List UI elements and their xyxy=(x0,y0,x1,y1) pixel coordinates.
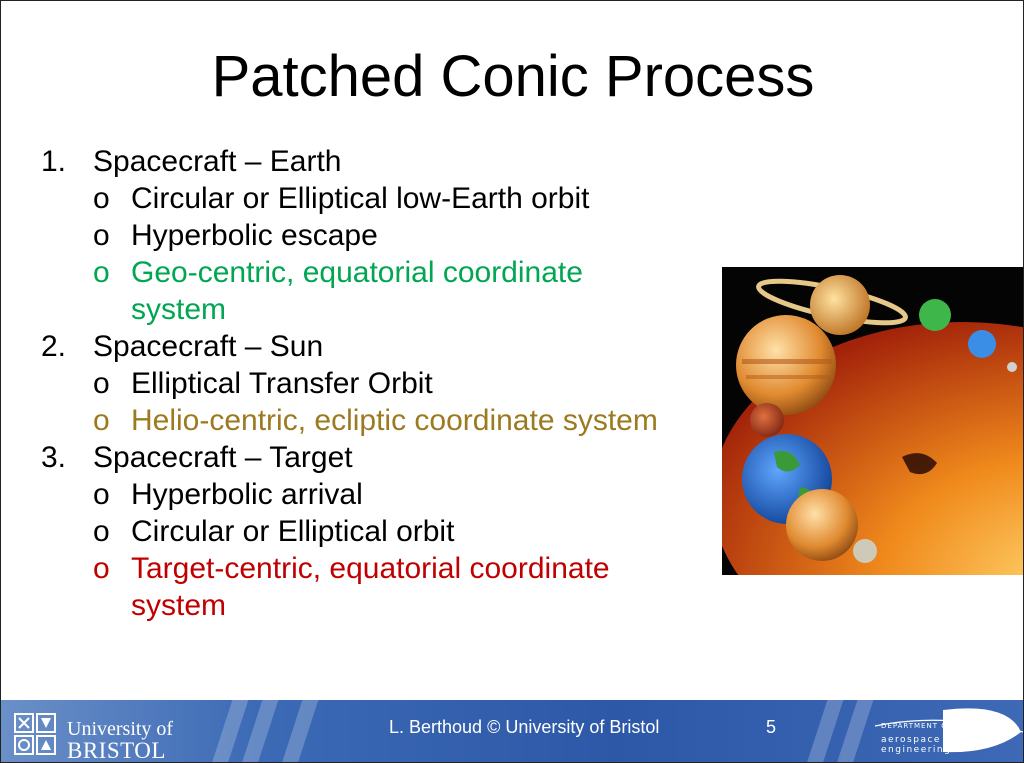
sub-list-item: o Hyperbolic escape xyxy=(41,217,741,254)
sub-item-text-continued: system xyxy=(131,589,227,622)
bullet-icon: o xyxy=(93,515,110,548)
sub-item-text: Geo-centric, equatorial coordinate xyxy=(131,256,583,289)
slide-content: 1. Spacecraft – Earth o Circular or Elli… xyxy=(41,143,741,624)
bullet-icon: o xyxy=(93,552,110,585)
solar-system-planets-image xyxy=(722,267,1023,575)
department-name-line2: engineering xyxy=(881,745,952,755)
sub-list-item: o Circular or Elliptical low-Earth orbit xyxy=(41,180,741,217)
sub-item-text: Circular or Elliptical low-Earth orbit xyxy=(131,182,590,215)
sub-list-item: o Circular or Elliptical orbit xyxy=(41,513,741,550)
list-number: 2. xyxy=(41,330,67,363)
sub-item-text: Elliptical Transfer Orbit xyxy=(131,367,433,400)
sub-item-text-continued: system xyxy=(131,293,227,326)
slide: Patched Conic Process 1. Spacecraft – Ea… xyxy=(0,0,1024,763)
sub-list-item: o Helio-centric, ecliptic coordinate sys… xyxy=(41,402,741,439)
sub-list-item: o Hyperbolic arrival xyxy=(41,476,741,513)
list-item-label: Spacecraft – Earth xyxy=(93,145,342,178)
sub-item-text: Target-centric, equatorial coordinate xyxy=(131,552,610,585)
bullet-icon: o xyxy=(93,367,110,400)
slide-title: Patched Conic Process xyxy=(211,44,815,109)
department-logo: DEPARTMENT OF aerospace engineering xyxy=(873,702,1023,762)
page-number: 5 xyxy=(766,717,777,737)
slide-footer: University of BRISTOL L. Berthoud © Univ… xyxy=(1,700,1023,763)
department-name-line1: aerospace xyxy=(881,735,941,745)
list-item: 3. Spacecraft – Target xyxy=(41,439,741,476)
list-number: 1. xyxy=(41,145,67,178)
sub-list-item: o Geo-centric, equatorial coordinate sys… xyxy=(41,254,741,328)
footer-credit: L. Berthoud © University of Bristol xyxy=(389,717,660,737)
bullet-icon: o xyxy=(93,219,110,252)
solar-system-illustration xyxy=(722,267,1023,575)
sub-item-text: Helio-centric, ecliptic coordinate syste… xyxy=(131,404,658,437)
sub-item-text: Hyperbolic arrival xyxy=(131,478,363,511)
sub-list-item: o Target-centric, equatorial coordinate … xyxy=(41,550,741,624)
university-crest-icon xyxy=(14,713,56,755)
list-item-label: Spacecraft – Target xyxy=(93,441,353,474)
bullet-icon: o xyxy=(93,256,110,289)
list-number: 3. xyxy=(41,441,67,474)
sub-item-text: Hyperbolic escape xyxy=(131,219,378,252)
bullet-icon: o xyxy=(93,182,110,215)
list-item: 1. Spacecraft – Earth xyxy=(41,143,741,180)
bullet-icon: o xyxy=(93,404,110,437)
list-item-label: Spacecraft – Sun xyxy=(93,330,324,363)
bullet-icon: o xyxy=(93,478,110,511)
department-label: DEPARTMENT OF xyxy=(881,722,953,730)
sub-list-item: o Elliptical Transfer Orbit xyxy=(41,365,741,402)
sub-item-text: Circular or Elliptical orbit xyxy=(131,515,455,548)
university-name-line2: BRISTOL xyxy=(67,738,166,763)
footer-stripe xyxy=(276,700,322,762)
list-item: 2. Spacecraft – Sun xyxy=(41,328,741,365)
